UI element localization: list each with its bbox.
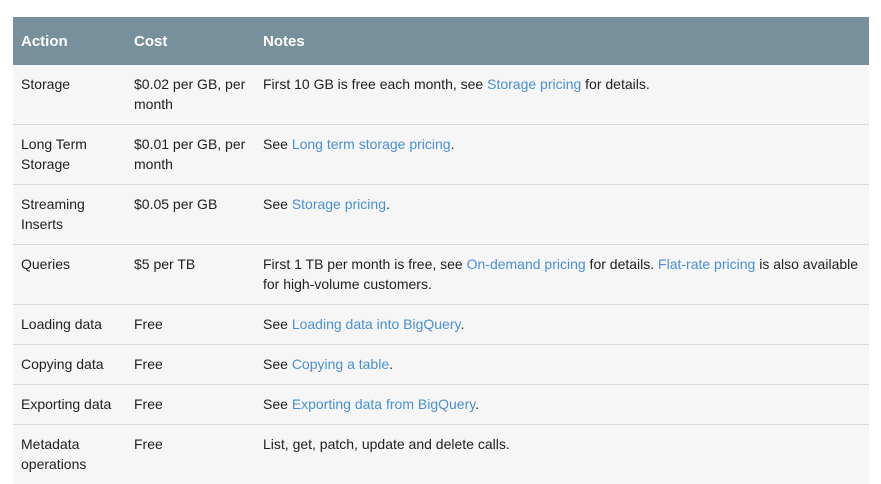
cell-notes: See Exporting data from BigQuery.: [255, 385, 869, 425]
notes-link[interactable]: Loading data into BigQuery: [292, 316, 461, 332]
cell-action: Exporting data: [13, 385, 126, 425]
cell-cost: $0.01 per GB, per month: [126, 125, 255, 185]
table-row: Long Term Storage$0.01 per GB, per month…: [13, 125, 869, 185]
cell-notes: See Copying a table.: [255, 345, 869, 385]
cell-notes: First 10 GB is free each month, see Stor…: [255, 65, 869, 125]
notes-text: .: [460, 316, 464, 332]
cell-action: Streaming Inserts: [13, 185, 126, 245]
header-row: Action Cost Notes: [13, 17, 869, 65]
notes-link[interactable]: Storage pricing: [292, 196, 386, 212]
notes-text: .: [451, 136, 455, 152]
notes-text: See: [263, 396, 292, 412]
cell-notes: See Storage pricing.: [255, 185, 869, 245]
table-row: Copying dataFreeSee Copying a table.: [13, 345, 869, 385]
cell-action: Queries: [13, 245, 126, 305]
table-row: Streaming Inserts$0.05 per GBSee Storage…: [13, 185, 869, 245]
table-header: Action Cost Notes: [13, 17, 869, 65]
notes-text: .: [389, 356, 393, 372]
header-action: Action: [13, 17, 126, 65]
cell-cost: $5 per TB: [126, 245, 255, 305]
notes-text: .: [386, 196, 390, 212]
cell-cost: Free: [126, 305, 255, 345]
notes-link[interactable]: Flat-rate pricing: [658, 256, 755, 272]
cell-cost: Free: [126, 425, 255, 484]
notes-text: for details.: [581, 76, 649, 92]
table-row: Queries$5 per TBFirst 1 TB per month is …: [13, 245, 869, 305]
cell-action: Long Term Storage: [13, 125, 126, 185]
cell-action: Copying data: [13, 345, 126, 385]
cell-cost: $0.02 per GB, per month: [126, 65, 255, 125]
table-row: Exporting dataFreeSee Exporting data fro…: [13, 385, 869, 425]
cell-notes: See Long term storage pricing.: [255, 125, 869, 185]
cell-cost: Free: [126, 385, 255, 425]
header-cost: Cost: [126, 17, 255, 65]
notes-text: List, get, patch, update and delete call…: [263, 436, 510, 452]
cell-action: Storage: [13, 65, 126, 125]
notes-text: See: [263, 136, 292, 152]
notes-text: See: [263, 356, 292, 372]
notes-link[interactable]: Long term storage pricing: [292, 136, 451, 152]
table-row: Metadata operationsFree List, get, patch,…: [13, 425, 869, 484]
cell-cost: $0.05 per GB: [126, 185, 255, 245]
notes-text: See: [263, 316, 292, 332]
notes-text: First 10 GB is free each month, see: [263, 76, 487, 92]
cell-cost: Free: [126, 345, 255, 385]
notes-link[interactable]: On-demand pricing: [467, 256, 586, 272]
notes-link[interactable]: Exporting data from BigQuery: [292, 396, 475, 412]
cell-action: Metadata operations: [13, 425, 126, 484]
notes-text: for details.: [586, 256, 658, 272]
notes-text: See: [263, 196, 292, 212]
pricing-table: Action Cost Notes Storage$0.02 per GB, p…: [13, 17, 869, 484]
header-notes: Notes: [255, 17, 869, 65]
cell-notes: List, get, patch, update and delete call…: [255, 425, 869, 484]
cell-action: Loading data: [13, 305, 126, 345]
notes-link[interactable]: Copying a table: [292, 356, 389, 372]
notes-link[interactable]: Storage pricing: [487, 76, 581, 92]
pricing-table-container: Action Cost Notes Storage$0.02 per GB, p…: [13, 17, 869, 484]
table-body: Storage$0.02 per GB, per monthFirst 10 G…: [13, 65, 869, 484]
cell-notes: See Loading data into BigQuery.: [255, 305, 869, 345]
notes-text: First 1 TB per month is free, see: [263, 256, 467, 272]
table-row: Storage$0.02 per GB, per monthFirst 10 G…: [13, 65, 869, 125]
cell-notes: First 1 TB per month is free, see On-dem…: [255, 245, 869, 305]
notes-text: .: [475, 396, 479, 412]
table-row: Loading dataFreeSee Loading data into Bi…: [13, 305, 869, 345]
